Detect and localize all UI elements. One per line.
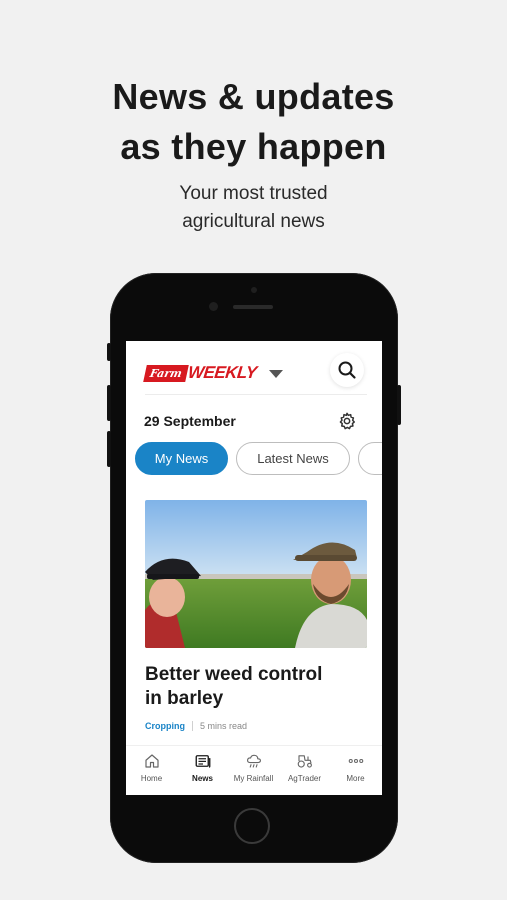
article-meta: Cropping 5 mins read [145,721,247,731]
proximity-sensor [251,287,257,293]
phone-home-button[interactable] [234,808,270,844]
nav-home[interactable]: Home [126,752,177,783]
logo-weekly-text: WEEKLY [186,363,258,382]
nav-more-label: More [346,774,365,783]
farm-weekly-logo[interactable]: Farm WEEKLY [143,363,258,382]
nav-news-label: News [192,774,213,783]
app-screen: Farm WEEKLY 29 September My News Latest … [126,341,382,795]
tab-next-partial[interactable] [358,442,382,475]
current-date: 29 September [144,413,236,429]
volume-down-button [107,431,111,467]
article-title[interactable]: Better weed control in barley [145,663,367,711]
search-button[interactable] [330,353,364,387]
subline-line-2: agricultural news [182,211,325,232]
nav-news[interactable]: News [177,752,228,783]
earpiece-speaker [233,305,273,309]
search-icon [338,361,356,379]
article-category[interactable]: Cropping [145,721,185,731]
nav-agtrader-label: AgTrader [287,774,322,783]
meta-divider [192,721,193,731]
phone-frame: Farm WEEKLY 29 September My News Latest … [107,273,401,863]
article-title-line-1: Better weed control [145,664,323,685]
tab-latest-news[interactable]: Latest News [236,442,350,475]
article-title-line-2: in barley [145,688,224,709]
logo-farm-text: Farm [143,364,189,382]
power-button [397,385,401,425]
publication-dropdown-chevron-icon[interactable] [269,370,283,378]
promo-headline: News & updates as they happen [0,72,507,172]
rain-cloud-icon [246,754,261,768]
promo-subline: Your most trusted agricultural news [0,180,507,236]
nav-agtrader[interactable]: AgTrader [279,752,330,783]
subline-line-1: Your most trusted [179,183,328,204]
home-icon [144,754,159,768]
nav-my-rainfall[interactable]: My Rainfall [228,752,279,783]
gear-icon[interactable] [337,411,357,431]
nav-home-label: Home [140,774,163,783]
mute-switch [107,343,111,361]
tab-my-news[interactable]: My News [135,442,228,475]
bottom-navigation: Home News My Rainfall AgTrader More [126,745,382,795]
volume-up-button [107,385,111,421]
headline-line-1: News & updates [112,76,395,117]
article-photo[interactable] [145,500,367,648]
nav-more[interactable]: More [330,752,381,783]
tractor-icon [297,755,312,768]
news-icon [195,755,210,768]
more-dots-icon [348,758,363,764]
headline-line-2: as they happen [120,126,387,167]
nav-my-rainfall-label: My Rainfall [233,774,274,783]
header-divider [145,394,367,395]
front-camera [209,302,218,311]
article-read-time: 5 mins read [200,721,248,731]
